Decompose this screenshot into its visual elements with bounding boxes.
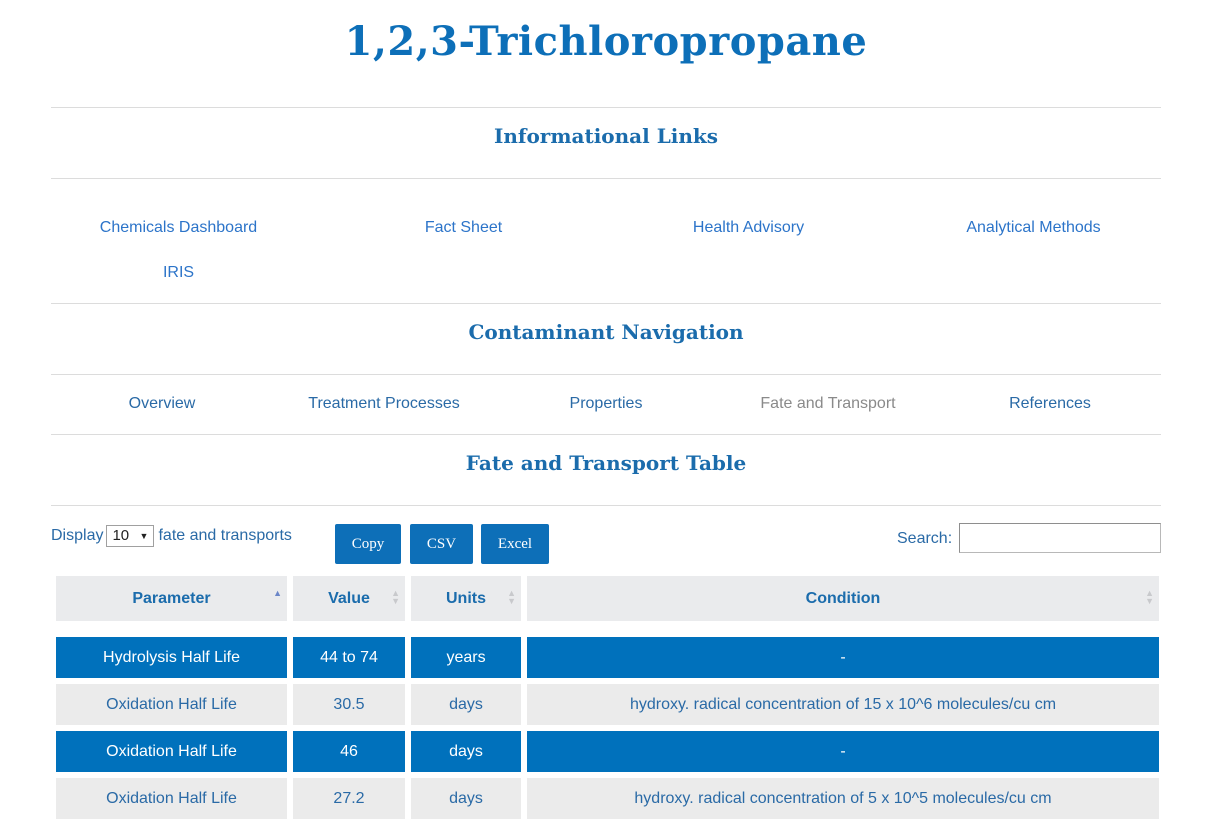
column-label: Condition (805, 589, 881, 607)
length-menu: Display 10 ▼ fate and transports (51, 524, 292, 548)
search-input[interactable] (959, 523, 1161, 553)
length-menu-suffix: fate and transports (158, 527, 292, 544)
copy-button[interactable]: Copy (335, 524, 401, 564)
link-chemicals-dashboard[interactable]: Chemicals Dashboard (51, 214, 306, 242)
nav-references[interactable]: References (939, 390, 1161, 418)
table-row[interactable]: Oxidation Half Life 46 days - (56, 731, 1159, 772)
csv-button[interactable]: CSV (410, 524, 473, 564)
cell-units: days (411, 684, 521, 725)
sort-both-icon: ▲ ▼ (507, 588, 516, 606)
divider (51, 434, 1161, 435)
divider (51, 107, 1161, 108)
divider (51, 505, 1161, 506)
cell-value: 44 to 74 (293, 637, 405, 678)
excel-button[interactable]: Excel (481, 524, 549, 564)
link-fact-sheet[interactable]: Fact Sheet (336, 214, 591, 242)
length-menu-prefix: Display (51, 527, 104, 544)
cell-parameter: Oxidation Half Life (56, 731, 287, 772)
cell-value: 30.5 (293, 684, 405, 725)
search-label: Search: (897, 530, 953, 547)
cell-parameter: Hydrolysis Half Life (56, 637, 287, 678)
cell-units: days (411, 778, 521, 819)
divider (51, 303, 1161, 304)
cell-parameter: Oxidation Half Life (56, 778, 287, 819)
sort-ascending-icon: ▲ (273, 588, 282, 598)
dropdown-caret-icon: ▼ (139, 531, 149, 541)
cell-units: days (411, 731, 521, 772)
nav-properties[interactable]: Properties (495, 390, 717, 418)
column-header-units[interactable]: Units ▲ ▼ (411, 576, 521, 621)
column-header-condition[interactable]: Condition ▲ ▼ (527, 576, 1159, 621)
table-row[interactable]: Oxidation Half Life 30.5 days hydroxy. r… (56, 684, 1159, 725)
page-length-select[interactable]: 10 ▼ (106, 525, 155, 547)
link-iris[interactable]: IRIS (51, 259, 306, 287)
link-health-advisory[interactable]: Health Advisory (621, 214, 876, 242)
contaminant-navigation-heading: Contaminant Navigation (468, 320, 744, 344)
sort-both-icon: ▲ ▼ (1145, 588, 1154, 606)
cell-value: 46 (293, 731, 405, 772)
cell-condition: - (527, 731, 1159, 772)
divider (51, 178, 1161, 179)
page-length-value: 10 (112, 527, 130, 544)
cell-condition: - (527, 637, 1159, 678)
nav-overview[interactable]: Overview (51, 390, 273, 418)
informational-links-heading: Informational Links (493, 124, 719, 148)
sort-both-icon: ▲ ▼ (391, 588, 400, 606)
column-header-parameter[interactable]: Parameter ▲ (56, 576, 287, 621)
cell-parameter: Oxidation Half Life (56, 684, 287, 725)
cell-value: 27.2 (293, 778, 405, 819)
column-label: Value (328, 589, 370, 607)
link-analytical-methods[interactable]: Analytical Methods (906, 214, 1161, 242)
column-header-value[interactable]: Value ▲ ▼ (293, 576, 405, 621)
cell-units: years (411, 637, 521, 678)
cell-condition: hydroxy. radical concentration of 5 x 10… (527, 778, 1159, 819)
page-title: 1,2,3-Trichloropropane (344, 18, 868, 65)
nav-fate-and-transport[interactable]: Fate and Transport (717, 390, 939, 418)
column-label: Units (446, 589, 486, 607)
table-row[interactable]: Hydrolysis Half Life 44 to 74 years - (56, 637, 1159, 678)
divider (51, 374, 1161, 375)
nav-treatment-processes[interactable]: Treatment Processes (273, 390, 495, 418)
fate-transport-table-heading: Fate and Transport Table (465, 451, 747, 475)
column-label: Parameter (132, 589, 211, 607)
cell-condition: hydroxy. radical concentration of 15 x 1… (527, 684, 1159, 725)
table-row[interactable]: Oxidation Half Life 27.2 days hydroxy. r… (56, 778, 1159, 819)
